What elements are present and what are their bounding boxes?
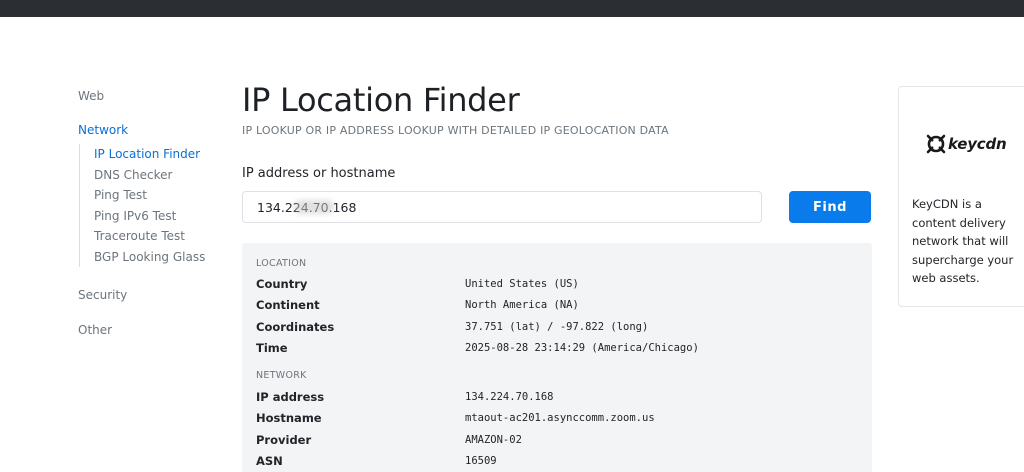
top-bar <box>0 0 1024 17</box>
row-key: Continent <box>256 298 320 313</box>
table-row: Hostname mtaout-ac201.asynccomm.zoom.us <box>256 408 872 429</box>
row-value: AMAZON-02 <box>465 433 522 446</box>
sidebar-network-submenu: IP Location Finder DNS Checker Ping Test… <box>79 144 228 267</box>
row-value: mtaout-ac201.asynccomm.zoom.us <box>465 412 655 425</box>
location-section-label: LOCATION <box>256 258 307 269</box>
sidebar-item-ip-location-finder[interactable]: IP Location Finder <box>94 144 228 165</box>
find-button[interactable]: Find <box>789 191 871 223</box>
row-key: Hostname <box>256 411 322 426</box>
sidebar-item-dns-checker[interactable]: DNS Checker <box>94 165 228 186</box>
sidebar-item-ping-ipv6-test[interactable]: Ping IPv6 Test <box>94 206 228 227</box>
table-row: Time 2025-08-28 23:14:29 (America/Chicag… <box>256 338 872 359</box>
table-row: ASN 16509 <box>256 451 872 472</box>
row-value: 37.751 (lat) / -97.822 (long) <box>465 320 649 333</box>
table-row: Provider AMAZON-02 <box>256 430 872 451</box>
search-row: Find <box>242 191 872 223</box>
row-value: 2025-08-28 23:14:29 (America/Chicago) <box>465 341 699 354</box>
redaction-blur <box>294 200 334 214</box>
table-row: Coordinates 37.751 (lat) / -97.822 (long… <box>256 317 872 338</box>
row-key: Provider <box>256 432 312 447</box>
row-value: 134.224.70.168 <box>465 391 554 404</box>
keycdn-logo-icon <box>926 134 946 154</box>
sidebar-item-traceroute-test[interactable]: Traceroute Test <box>94 226 228 247</box>
row-value: North America (NA) <box>465 299 579 312</box>
sidebar-group-security[interactable]: Security <box>78 285 228 305</box>
location-table: Country United States (US) Continent Nor… <box>256 274 872 359</box>
sidebar-item-ping-test[interactable]: Ping Test <box>94 185 228 206</box>
results-panel: LOCATION Country United States (US) Cont… <box>242 243 872 472</box>
table-row: Continent North America (NA) <box>256 295 872 316</box>
row-key: Time <box>256 340 288 355</box>
row-key: IP address <box>256 390 325 405</box>
table-row: IP address 134.224.70.168 <box>256 387 872 408</box>
ad-description: KeyCDN is a content delivery network tha… <box>912 197 1014 285</box>
sidebar-group-other[interactable]: Other <box>78 320 228 340</box>
main-content: IP Location Finder IP LOOKUP OR IP ADDRE… <box>242 80 872 223</box>
page-title: IP Location Finder <box>242 81 520 119</box>
row-key: Country <box>256 277 308 291</box>
row-value: United States (US) <box>465 278 579 290</box>
sidebar-nav: Web Network IP Location Finder DNS Check… <box>78 86 228 340</box>
page-subtitle: IP LOOKUP OR IP ADDRESS LOOKUP WITH DETA… <box>242 124 669 137</box>
row-key: ASN <box>256 454 283 469</box>
network-section-label: NETWORK <box>256 370 307 382</box>
row-key: Coordinates <box>256 319 335 334</box>
row-value: 16509 <box>465 455 497 468</box>
sidebar-group-network[interactable]: Network <box>78 120 228 140</box>
network-table: IP address 134.224.70.168 Hostname mtaou… <box>256 387 872 472</box>
sidebar-item-bgp-looking-glass[interactable]: BGP Looking Glass <box>94 247 228 268</box>
keycdn-logo-text: keycdn <box>948 135 1007 153</box>
sidebar-group-web[interactable]: Web <box>78 86 228 106</box>
keycdn-logo: keycdn <box>925 133 1007 155</box>
table-row: Country United States (US) <box>256 274 872 295</box>
ip-field-label: IP address or hostname <box>242 166 396 181</box>
keycdn-ad[interactable]: keycdn KeyCDN is a content delivery netw… <box>898 86 1024 307</box>
